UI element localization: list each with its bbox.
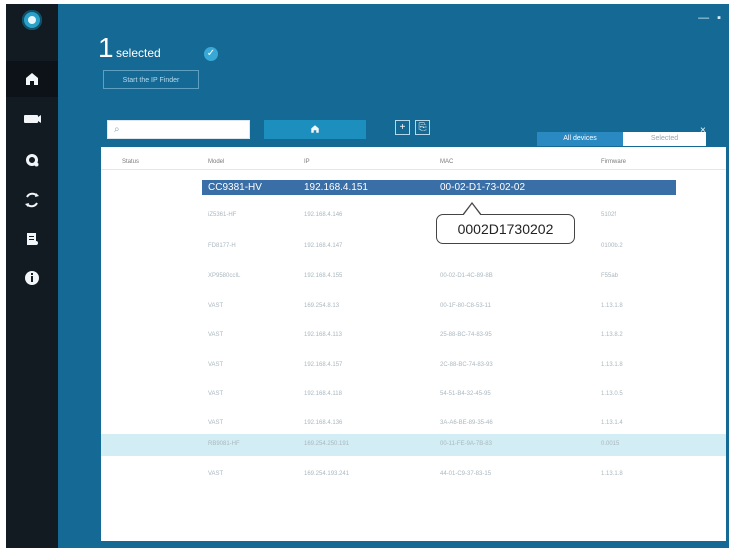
sidebar-item-settings[interactable] — [6, 142, 58, 178]
sidebar-item-report[interactable] — [6, 221, 58, 257]
row-model: VAST — [208, 471, 224, 477]
table-row[interactable]: XP9580ccIL 192.168.4.155 00-02-D1-4C-89-… — [101, 266, 726, 288]
row-model: iZ5361-HF — [208, 212, 237, 218]
table-row[interactable]: VAST 192.168.4.118 54-51-B4-32-45-95 1.1… — [101, 384, 726, 406]
selected-label: selected — [116, 46, 161, 60]
app-logo — [22, 10, 42, 30]
row-firmware: 1.13.1.8 — [601, 471, 623, 477]
row-ip: 192.168.4.151 — [304, 182, 368, 193]
header-mac: MAC — [440, 159, 454, 165]
row-mac: 3A-A6-BE-89-35-46 — [440, 420, 493, 426]
tab-selected[interactable]: Selected — [623, 132, 706, 146]
minimize-button[interactable]: — — [698, 12, 709, 24]
sidebar-item-info[interactable] — [6, 260, 58, 296]
row-mac: 44-01-C9-37-83-15 — [440, 471, 492, 477]
sidebar-item-home[interactable] — [6, 61, 58, 97]
row-ip: 192.168.4.118 — [304, 391, 342, 397]
sidebar-item-devices[interactable] — [6, 101, 58, 137]
table-row[interactable]: VAST 192.168.4.136 3A-A6-BE-89-35-46 1.1… — [101, 413, 726, 435]
row-ip: 192.168.4.113 — [304, 332, 342, 338]
row-ip: 192.168.4.157 — [304, 362, 343, 368]
header-model: Model — [208, 159, 225, 165]
row-firmware: 5102f — [601, 212, 617, 218]
row-firmware: 1.13.1.8 — [601, 303, 623, 309]
folder-button[interactable]: ⎘ — [415, 120, 430, 135]
row-model: VAST — [208, 391, 224, 397]
row-ip: 169.254.250.191 — [304, 441, 350, 447]
search-icon: ⌕ — [114, 124, 120, 135]
row-model: VAST — [208, 362, 224, 368]
row-firmware: 0.0015 — [601, 441, 620, 447]
row-ip: 169.254.193.241 — [304, 471, 350, 477]
row-ip: 169.254.8.13 — [304, 303, 340, 309]
row-model: XP9580ccIL — [208, 273, 241, 279]
maximize-button[interactable]: ▪ — [717, 12, 721, 24]
row-model: VAST — [208, 420, 224, 426]
start-ip-finder-button[interactable]: Start the IP Finder — [103, 70, 199, 89]
info-icon — [24, 270, 40, 286]
camera-icon — [23, 112, 41, 126]
table-row[interactable]: VAST 169.254.193.241 44-01-C9-37-83-15 1… — [101, 464, 726, 486]
close-icon[interactable]: × — [700, 125, 706, 136]
row-model: FD8177-H — [208, 243, 236, 249]
selected-count: 1 — [98, 32, 114, 63]
row-firmware: 0100b.2 — [601, 243, 623, 249]
header-firmware: Firmware — [601, 159, 626, 165]
row-model: RB9081-HF — [208, 441, 240, 447]
gear-icon — [24, 152, 40, 168]
row-firmware: 1.13.8.2 — [601, 332, 623, 338]
header-ip: IP — [304, 159, 310, 165]
header-status: Status — [122, 159, 140, 165]
table-row[interactable]: RB9081-HF 169.254.250.191 00-11-FE-9A-7B… — [101, 434, 726, 456]
row-mac: 00-02-D1-4C-89-8B — [440, 273, 493, 279]
app-window: — ▪ 1 selected ✓ Start the IP Finder ⌕ +… — [6, 4, 729, 548]
device-table: Status Model IP MAC Firmware CC9381-HV 1… — [101, 147, 726, 541]
row-mac: 00-11-FE-9A-7B-83 — [440, 441, 492, 447]
mac-tooltip: 0002D1730202 — [436, 202, 575, 244]
tab-all-devices[interactable]: All devices — [537, 132, 623, 146]
table-header: Status Model IP MAC Firmware — [101, 147, 726, 170]
selected-badge: ✓ — [204, 47, 218, 61]
sidebar-item-sync[interactable] — [6, 182, 58, 218]
row-mac: 54-51-B4-32-45-95 — [440, 391, 491, 397]
row-mac: 00-02-D1-73-02-02 — [440, 182, 526, 193]
row-ip: 192.168.4.146 — [304, 212, 343, 218]
report-icon — [24, 231, 40, 247]
window-controls: — ▪ — [698, 12, 721, 24]
row-model: CC9381-HV — [208, 182, 262, 193]
table-row[interactable]: CC9381-HV 192.168.4.151 00-02-D1-73-02-0… — [202, 180, 676, 195]
table-row[interactable]: VAST 192.168.4.113 25-88-BC-74-83-95 1.1… — [101, 325, 726, 347]
row-ip: 192.168.4.147 — [304, 243, 343, 249]
sidebar — [6, 4, 58, 548]
sync-icon — [23, 191, 41, 209]
row-ip: 192.168.4.155 — [304, 273, 343, 279]
row-firmware: 1.13.0.5 — [601, 391, 623, 397]
home-icon — [24, 71, 40, 87]
row-firmware: F55ab — [601, 273, 619, 279]
table-row[interactable]: FD8177-H 192.168.4.147 0100b.2 — [101, 236, 726, 258]
row-mac: 25-88-BC-74-83-95 — [440, 332, 492, 338]
home-filter-button[interactable] — [264, 120, 366, 139]
add-device-button[interactable]: + — [395, 120, 410, 135]
row-model: VAST — [208, 332, 224, 338]
row-mac: 2C-88-BC-74-83-93 — [440, 362, 493, 368]
table-row[interactable]: VAST 192.168.4.157 2C-88-BC-74-83-93 1.1… — [101, 355, 726, 377]
row-firmware: 1.13.1.4 — [601, 420, 623, 426]
row-firmware: 1.13.1.8 — [601, 362, 623, 368]
home-icon — [310, 121, 320, 139]
row-model: VAST — [208, 303, 224, 309]
table-row[interactable]: iZ5361-HF 192.168.4.146 5102f — [101, 205, 726, 227]
table-row[interactable]: VAST 169.254.8.13 00-1F-80-C8-53-11 1.13… — [101, 296, 726, 318]
row-ip: 192.168.4.136 — [304, 420, 343, 426]
search-input[interactable] — [107, 120, 250, 139]
row-mac: 00-1F-80-C8-53-11 — [440, 303, 491, 309]
